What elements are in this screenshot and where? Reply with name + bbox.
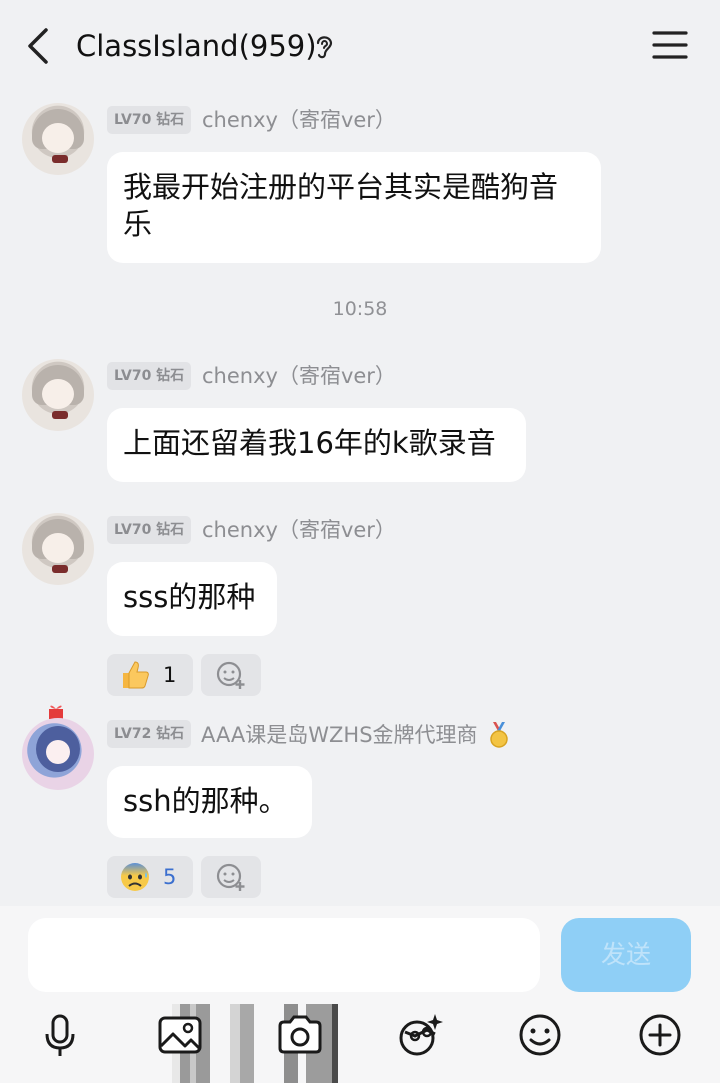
add-reaction-button[interactable] — [201, 654, 261, 696]
avatar[interactable] — [22, 103, 94, 175]
chat-header: ClassIsland(959) — [0, 0, 720, 92]
composer: 发送 — [0, 906, 720, 1083]
sticker-icon[interactable] — [395, 1010, 445, 1060]
message-bubble[interactable]: 上面还留着我16年的k歌录音 — [107, 408, 526, 482]
back-icon[interactable] — [22, 24, 58, 68]
image-icon[interactable] — [155, 1010, 205, 1060]
timestamp: 10:58 — [332, 298, 388, 320]
thumbs-up-icon — [123, 661, 149, 689]
plus-icon[interactable] — [635, 1010, 685, 1060]
level-badge: LV70 钻石 — [107, 516, 192, 544]
reaction-chip[interactable]: 5 — [107, 856, 193, 898]
message-bubble[interactable]: ssh的那种。 — [107, 766, 312, 838]
send-button[interactable]: 发送 — [561, 918, 691, 992]
add-emoji-icon — [216, 863, 245, 891]
message-bubble[interactable]: 我最开始注册的平台其实是酷狗音乐 — [107, 152, 601, 263]
sender-name[interactable]: chenxy（寄宿ver） — [202, 362, 396, 390]
emoji-icon[interactable] — [515, 1010, 565, 1060]
sender-name[interactable]: chenxy（寄宿ver） — [202, 516, 396, 544]
anxious-face-icon — [121, 863, 149, 891]
message-bubble[interactable]: sss的那种 — [107, 562, 277, 636]
gold-medal-icon — [490, 722, 508, 748]
avatar[interactable] — [22, 513, 94, 585]
microphone-icon[interactable] — [35, 1010, 85, 1060]
reaction-count: 5 — [163, 865, 177, 889]
sender-name[interactable]: AAA课是岛WZHS金牌代理商 — [201, 721, 478, 749]
reaction-count: 1 — [163, 663, 177, 687]
chat-title: ClassIsland(959) — [76, 29, 317, 63]
level-badge: LV70 钻石 — [107, 106, 192, 134]
sender-name[interactable]: chenxy（寄宿ver） — [202, 106, 396, 134]
add-reaction-button[interactable] — [201, 856, 261, 898]
camera-icon[interactable] — [275, 1010, 325, 1060]
message-input[interactable] — [28, 918, 540, 992]
reaction-chip[interactable]: 1 — [107, 654, 193, 696]
ear-icon — [316, 36, 333, 59]
avatar[interactable] — [22, 718, 94, 790]
avatar[interactable] — [22, 359, 94, 431]
level-badge: LV72 钻石 — [107, 720, 192, 748]
level-badge: LV70 钻石 — [107, 362, 192, 390]
add-emoji-icon — [216, 661, 245, 689]
menu-icon[interactable] — [650, 28, 690, 62]
